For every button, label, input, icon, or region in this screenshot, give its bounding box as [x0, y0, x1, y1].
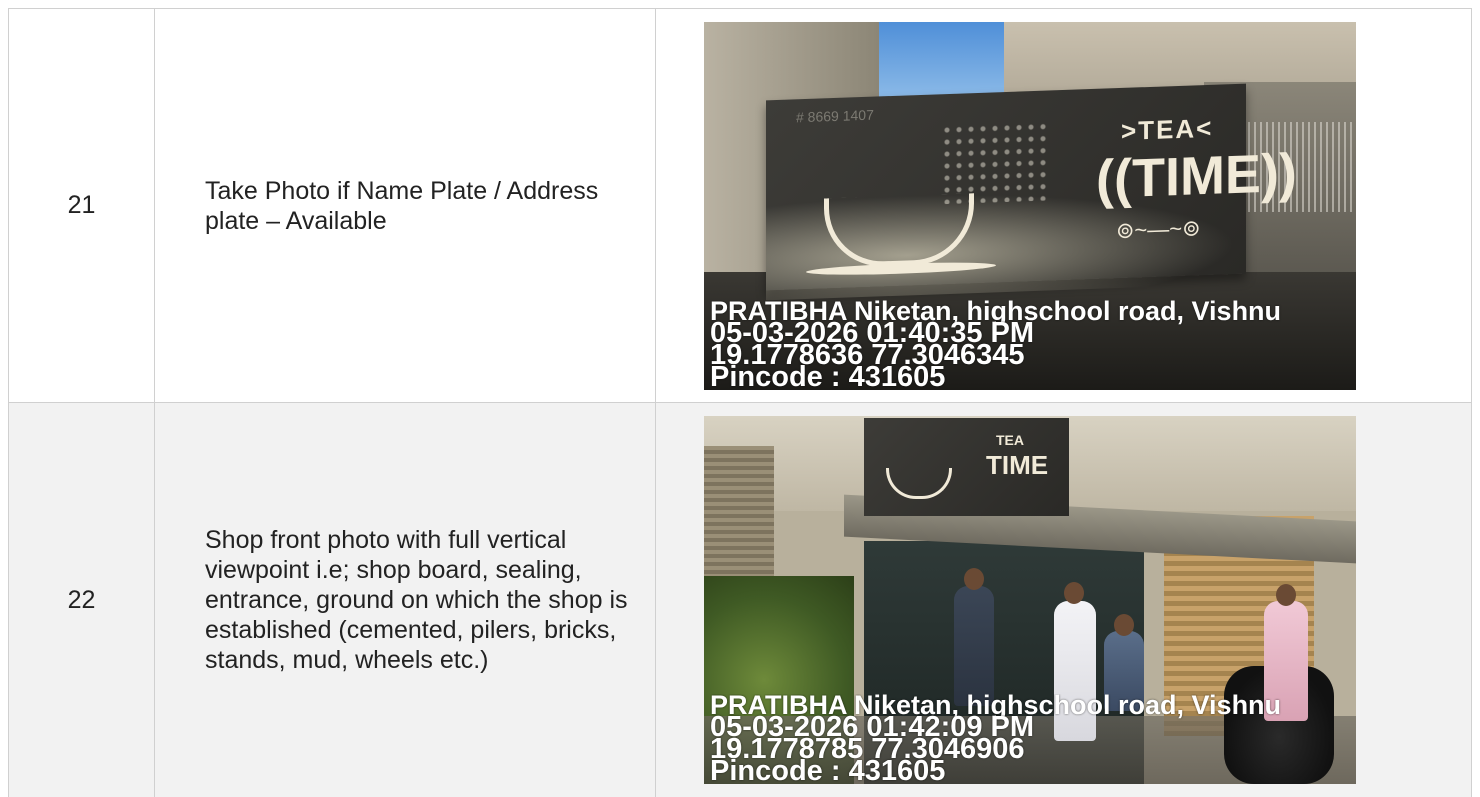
geo-pincode: Pincode : 431605: [710, 760, 1356, 782]
person-head: [1276, 584, 1296, 606]
row-number: 21: [9, 9, 155, 403]
brand-time-text: TIME: [986, 450, 1048, 481]
geo-stamp: PRATIBHA Niketan, highschool road, Vishn…: [710, 694, 1356, 782]
sign-board: TEA TIME: [864, 418, 1069, 516]
shop-front-photo[interactable]: TEA TIME PRATIBHA Niketan, highschool ro…: [704, 416, 1356, 784]
report-table: 21 Take Photo if Name Plate / Address pl…: [8, 8, 1472, 797]
geo-pincode: Pincode : 431605: [710, 366, 1356, 388]
geo-stamp: PRATIBHA Niketan, highschool road, Vishn…: [710, 300, 1356, 388]
brand-flourish: ⊚~—~⊚: [1116, 215, 1201, 244]
tea-splash: [941, 120, 1051, 204]
brand-tea-text: >TEA<: [1121, 112, 1213, 146]
person-head: [1114, 614, 1134, 636]
brand-time-text: ((TIME)): [1096, 141, 1297, 210]
row-number: 22: [9, 403, 155, 797]
person-head: [1064, 582, 1084, 604]
table-row: 22 Shop front photo with full vertical v…: [9, 403, 1472, 797]
row-description: Shop front photo with full vertical view…: [155, 403, 656, 797]
name-plate-photo[interactable]: # 8669 1407 >TEA< ((TIME)) ⊚~—~⊚ PRATIBH…: [704, 22, 1356, 390]
row-description: Take Photo if Name Plate / Address plate…: [155, 9, 656, 403]
person: [954, 586, 994, 706]
photo-cell: TEA TIME PRATIBHA Niketan, highschool ro…: [656, 403, 1472, 797]
photo-cell: # 8669 1407 >TEA< ((TIME)) ⊚~—~⊚ PRATIBH…: [656, 9, 1472, 403]
brand-tea-text: TEA: [996, 432, 1024, 448]
table-row: 21 Take Photo if Name Plate / Address pl…: [9, 9, 1472, 403]
sign-board: # 8669 1407 >TEA< ((TIME)) ⊚~—~⊚: [766, 83, 1246, 290]
person-head: [964, 568, 984, 590]
tea-cup-icon: [886, 468, 952, 499]
board-phone: # 8669 1407: [796, 106, 874, 125]
